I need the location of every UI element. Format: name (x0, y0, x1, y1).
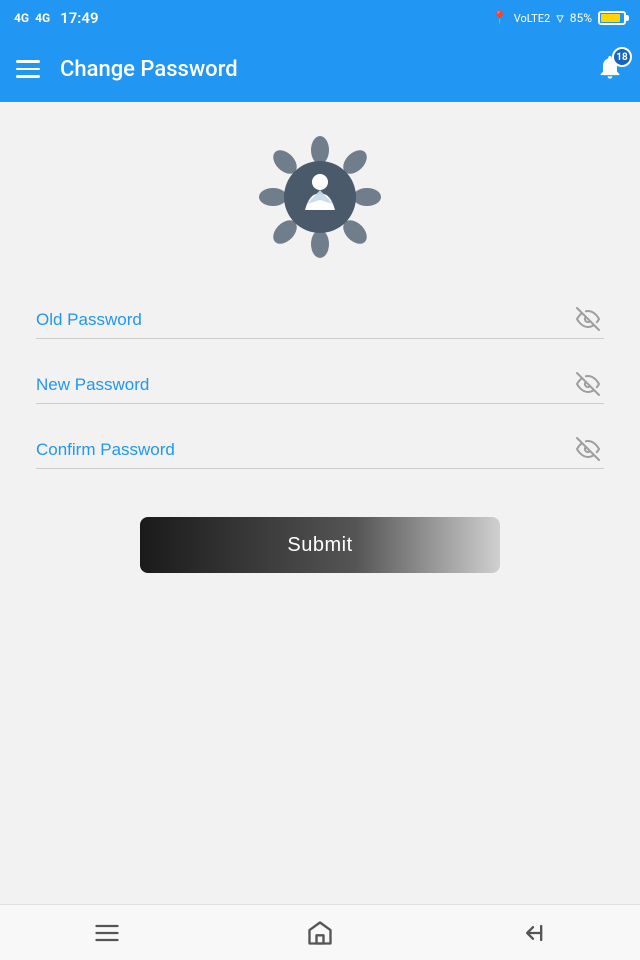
bottom-nav (0, 904, 640, 960)
notification-badge: 18 (612, 47, 632, 67)
nav-back-button[interactable] (519, 919, 547, 947)
submit-wrapper: Submit (36, 497, 604, 573)
new-password-input[interactable] (36, 367, 604, 404)
app-bar: Change Password 18 (0, 36, 640, 102)
status-left: 4G 4G 17:49 (14, 9, 99, 27)
network-4g-2: 4G (35, 11, 50, 25)
status-bar: 4G 4G 17:49 📍 VoLTE2 ▿ 85% (0, 0, 640, 36)
battery-percent: 85% (570, 11, 592, 25)
logo-container (255, 132, 385, 262)
new-password-field (36, 367, 604, 404)
time-display: 17:49 (60, 9, 98, 27)
nav-menu-button[interactable] (93, 919, 121, 947)
confirm-password-field (36, 432, 604, 469)
old-password-field (36, 302, 604, 339)
network-4g-1: 4G (14, 11, 29, 25)
confirm-password-input[interactable] (36, 432, 604, 469)
location-icon: 📍 (492, 11, 508, 26)
notification-button[interactable]: 18 (596, 53, 624, 85)
page-title: Change Password (60, 57, 576, 82)
menu-button[interactable] (16, 60, 40, 78)
lte-indicator: VoLTE2 (514, 12, 550, 25)
status-right: 📍 VoLTE2 ▿ 85% (492, 9, 626, 27)
old-password-input[interactable] (36, 302, 604, 339)
submit-button[interactable]: Submit (140, 517, 500, 573)
nav-home-button[interactable] (306, 919, 334, 947)
main-content: Submit (0, 102, 640, 904)
confirm-password-toggle[interactable] (576, 437, 600, 465)
battery-icon (598, 11, 626, 25)
new-password-toggle[interactable] (576, 372, 600, 400)
app-logo (255, 132, 385, 262)
form-container: Submit (36, 302, 604, 573)
wifi-icon: ▿ (556, 9, 564, 27)
old-password-toggle[interactable] (576, 307, 600, 335)
